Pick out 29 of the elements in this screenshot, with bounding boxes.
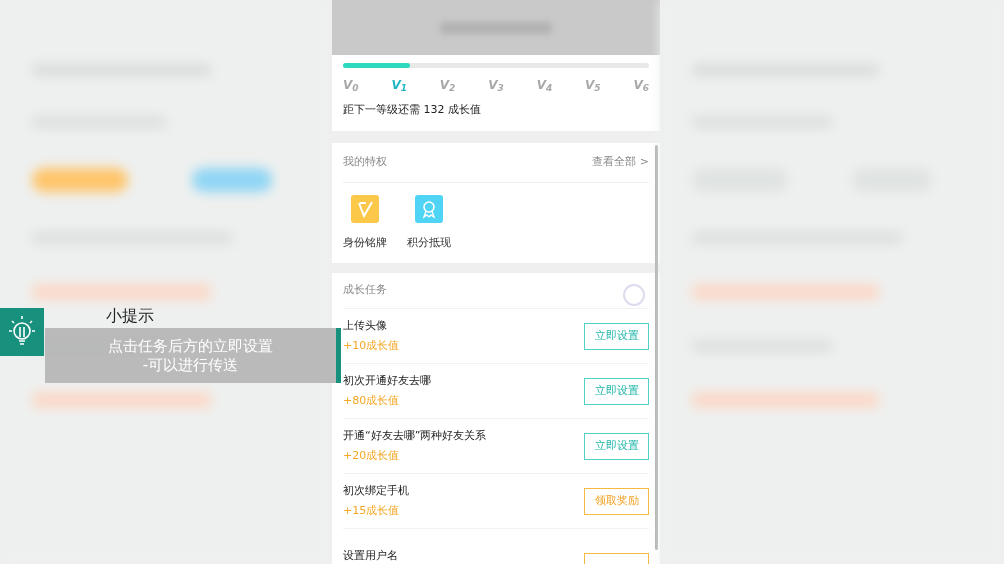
task-button[interactable]: 立即设置 [584,432,649,460]
task-points: +80成长值 [343,393,401,409]
level-label: V$_{2}$ [439,77,456,94]
level-label: V$_{3}$ [488,77,504,94]
task-title: 初次开通好友去哪 [343,372,431,389]
tip-text: -可以进行传送 [142,355,239,375]
task-points: +15成长值 [343,503,401,519]
task-title: 上传头像 [343,317,388,334]
privilege-label[interactable]: 身份铭牌 [343,234,387,251]
section-title: 成长任务 [343,282,387,299]
task-title: 初次绑定手机 [343,482,409,499]
task-button[interactable]: 立即设置 [584,377,649,405]
task-title: 开通“好友去哪”两种好友关系 [343,427,487,444]
level-label: V$_{0}$ [343,77,359,94]
privilege-label[interactable]: 积分抵现 [407,234,451,251]
section-title: 我的特权 [343,153,387,170]
level-label: V$_{6}$ [633,77,649,94]
level-label: V$_{5}$ [585,77,601,94]
next-level-text: 距下一等级还需 132 成长值 [343,102,482,118]
task-points: +10成长值 [343,338,400,354]
level-label: V$_{1}$ [391,77,407,94]
task-title: 设置用户名 [343,547,398,564]
task-button[interactable]: 立即设置 [584,322,649,350]
task-points: +20成长值 [343,448,401,464]
task-button[interactable]: 领取奖励 [584,487,649,515]
tip-title: 小提示 [106,306,154,326]
level-label: V$_{4}$ [536,77,553,94]
tip-text: 点击任务后方的立即设置 [108,336,273,356]
view-all-link[interactable]: 查看全部 > [592,153,649,171]
